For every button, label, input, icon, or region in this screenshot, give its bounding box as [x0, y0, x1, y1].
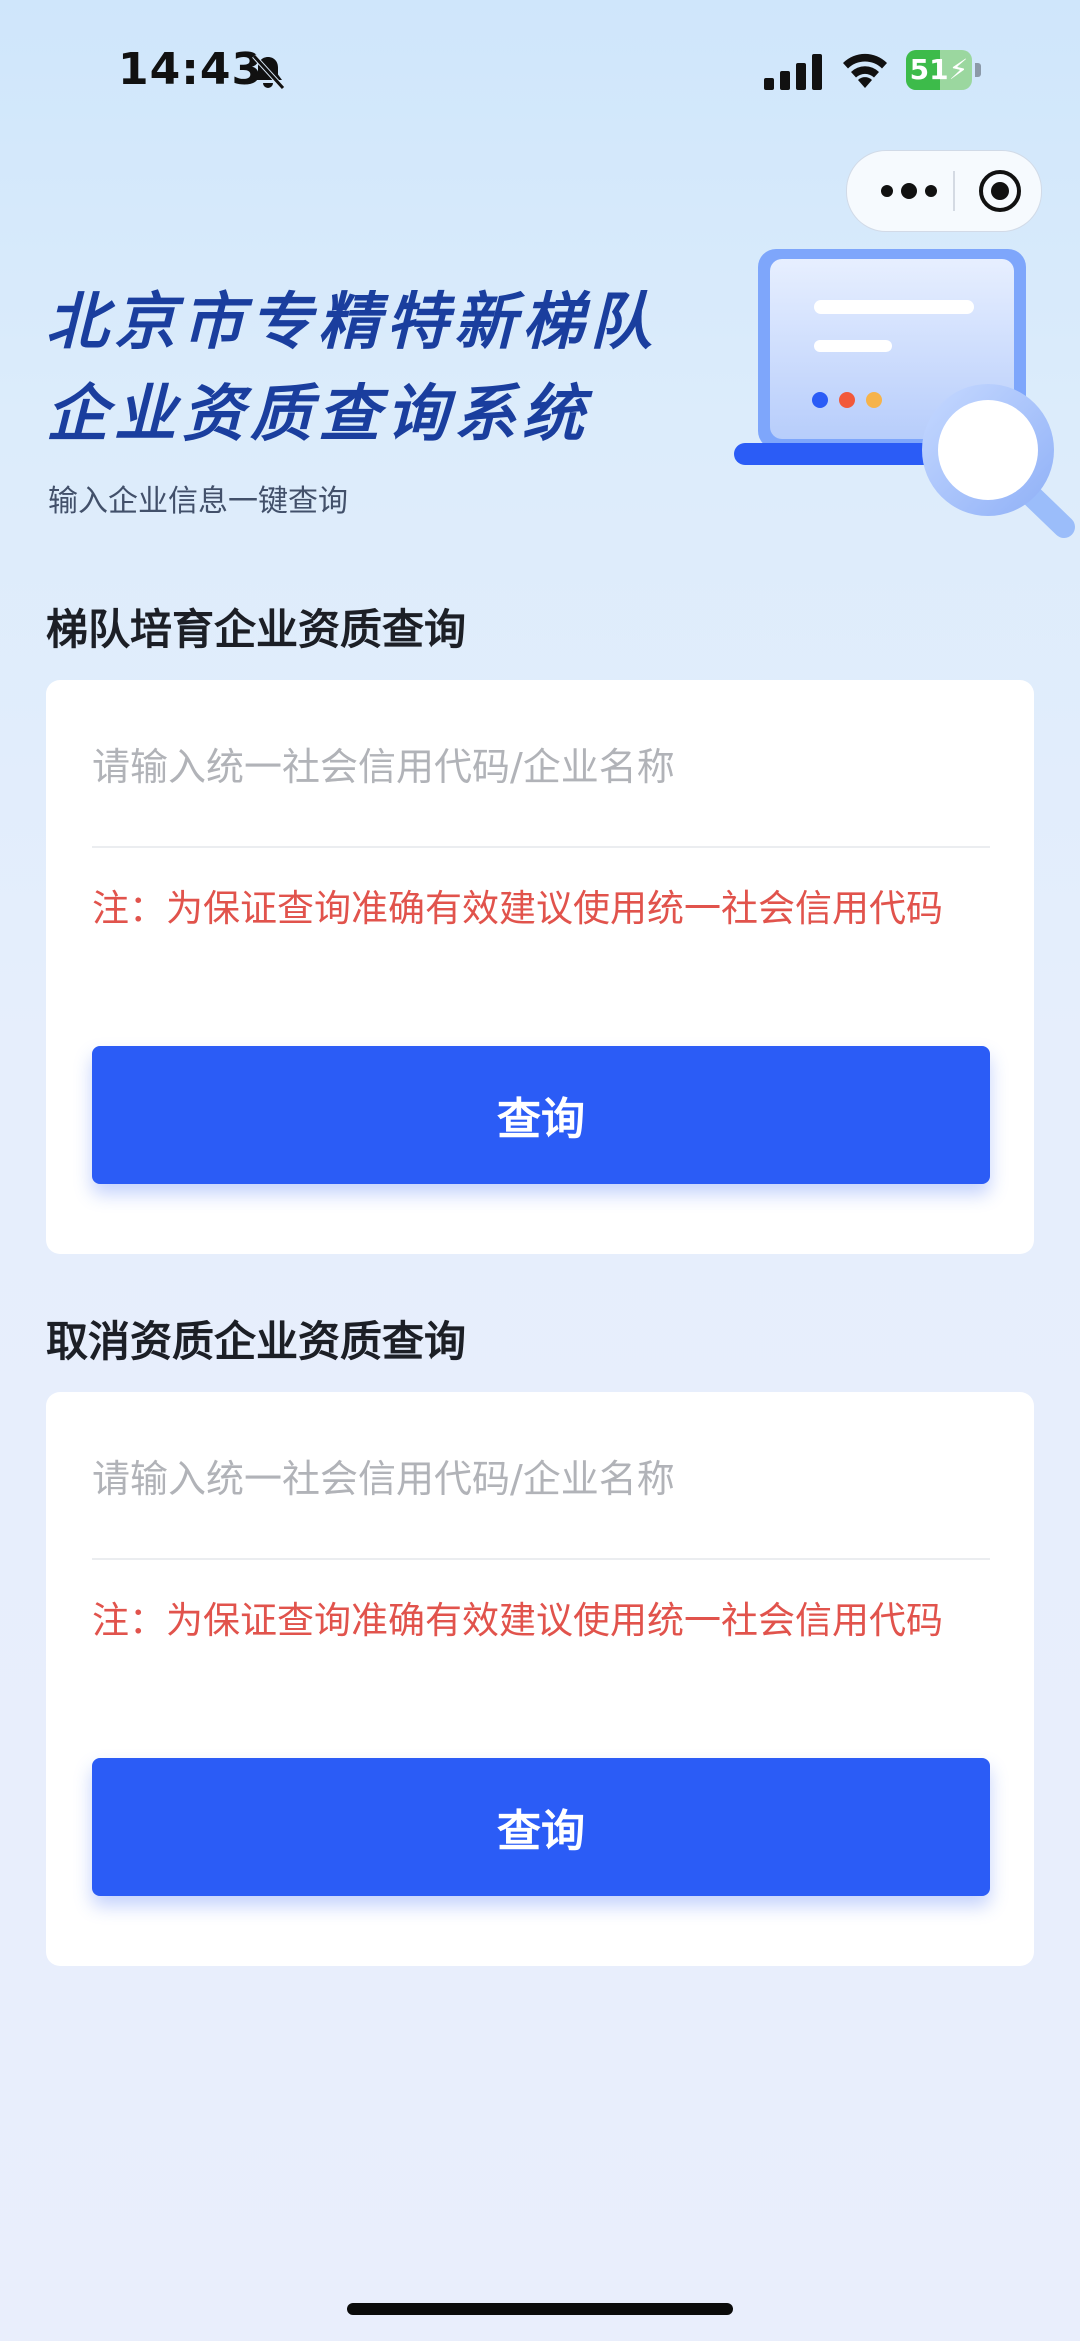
status-time: 14:43 [118, 44, 264, 95]
page-title: 北京市专精特新梯队 企业资质查询系统 [46, 276, 658, 460]
page-subtitle: 输入企业信息一键查询 [48, 484, 348, 519]
battery-level-text: 51⚡ [909, 53, 969, 86]
cultivation-query-card: 注：为保证查询准确有效建议使用统一社会信用代码 查询 [46, 680, 1034, 1254]
input-divider [92, 846, 990, 848]
wifi-icon [843, 53, 887, 88]
more-dots-icon[interactable] [877, 173, 941, 209]
section-title-cancelled: 取消资质企业资质查询 [46, 1317, 467, 1366]
miniprogram-capsule [846, 150, 1042, 232]
input-divider [92, 1558, 990, 1560]
query-button[interactable]: 查询 [92, 1758, 990, 1896]
capsule-divider [953, 171, 955, 211]
close-target-icon[interactable] [977, 168, 1023, 214]
query-note: 注：为保证查询准确有效建议使用统一社会信用代码 [92, 1599, 943, 1642]
section-title-cultivation: 梯队培育企业资质查询 [46, 605, 467, 654]
signal-icon [764, 54, 822, 90]
laptop-magnifier-icon [734, 249, 1075, 538]
credit-code-input[interactable] [92, 732, 992, 802]
query-button[interactable]: 查询 [92, 1046, 990, 1184]
credit-code-input[interactable] [92, 1444, 992, 1514]
page-title-line1: 北京市专精特新梯队 [46, 285, 659, 358]
page-title-line2: 企业资质查询系统 [46, 377, 591, 450]
query-note: 注：为保证查询准确有效建议使用统一社会信用代码 [92, 887, 943, 930]
home-indicator [347, 2303, 733, 2315]
cancelled-query-card: 注：为保证查询准确有效建议使用统一社会信用代码 查询 [46, 1392, 1034, 1966]
battery-charging-icon: 51⚡ [906, 50, 982, 92]
bell-muted-icon [252, 54, 285, 90]
